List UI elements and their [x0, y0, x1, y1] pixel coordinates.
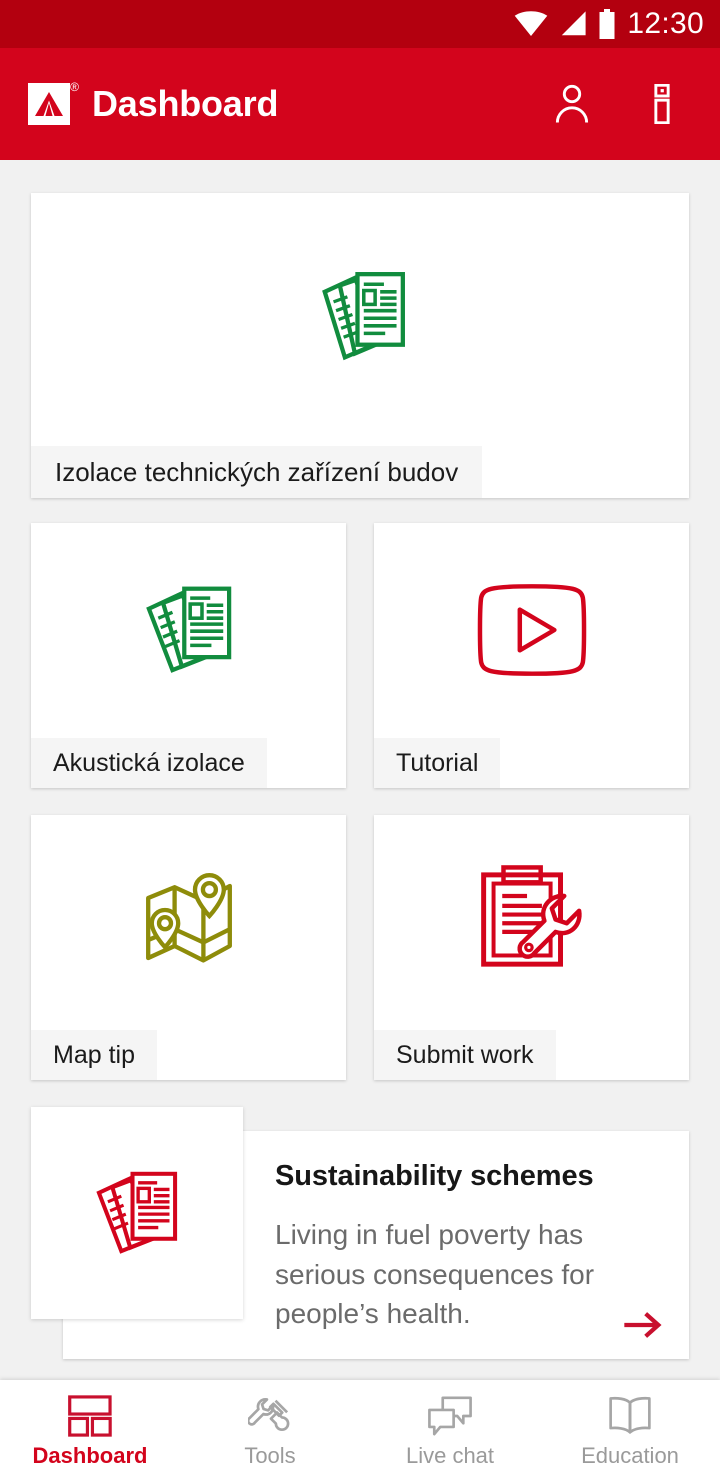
registered-mark: ®: [70, 80, 79, 94]
dashboard-content: Izolace technických zařízení budov Akust…: [0, 160, 720, 1380]
wifi-icon: [515, 11, 548, 37]
app-screen: 12:30 ® Dashboard Izolace technických za…: [0, 0, 720, 1480]
card-label: Map tip: [31, 1030, 157, 1080]
nav-item-education[interactable]: Education: [540, 1380, 720, 1480]
card-submit-work[interactable]: Submit work: [374, 815, 689, 1080]
card-akusticka-izolace[interactable]: Akustická izolace: [31, 523, 346, 788]
clipboard-wrench-icon: [374, 815, 689, 1028]
status-bar-clock: 12:30: [627, 7, 704, 40]
card-label: Tutorial: [374, 738, 501, 788]
nav-label: Tools: [244, 1443, 296, 1468]
rockwool-logo-icon: ®: [28, 81, 79, 125]
card-map-tip[interactable]: Map tip: [31, 815, 346, 1080]
nav-label: Dashboard: [32, 1443, 148, 1468]
nav-label: Live chat: [405, 1443, 495, 1468]
sustainability-text: Living in fuel poverty has serious conse…: [275, 1218, 595, 1330]
cellular-signal-icon: [562, 11, 587, 36]
card-label: Submit work: [374, 1030, 556, 1080]
app-bar-actions: [550, 82, 692, 126]
documents-stack-icon: [31, 1107, 243, 1319]
documents-stack-icon: [31, 193, 689, 441]
chat-bubbles-icon: [427, 1393, 473, 1437]
nav-item-dashboard[interactable]: Dashboard: [0, 1380, 180, 1480]
account-icon[interactable]: [550, 82, 594, 126]
sustainability-title: Sustainability schemes: [275, 1160, 594, 1192]
sustainability-body: Sustainability schemes Living in fuel po…: [275, 1160, 669, 1334]
card-sustainability-schemes[interactable]: Sustainability schemes Living in fuel po…: [31, 1107, 689, 1359]
page-title: Dashboard: [92, 83, 279, 124]
app-bar: ® Dashboard: [0, 48, 720, 160]
documents-stack-icon: [31, 523, 346, 736]
card-label: Akustická izolace: [31, 738, 267, 788]
dashboard-grid-icon: [68, 1393, 112, 1437]
folded-map-pins-icon: [31, 815, 346, 1028]
nav-label: Education: [581, 1443, 679, 1468]
status-bar: 12:30: [0, 0, 720, 48]
arrow-right-icon[interactable]: [623, 1310, 663, 1345]
card-label: Izolace technických zařízení budov: [31, 446, 483, 498]
info-icon[interactable]: [640, 82, 684, 126]
bottom-navigation: Dashboard Tools Live chat Education: [0, 1380, 720, 1480]
card-izolace-technickych-zarizeni-budov[interactable]: Izolace technických zařízení budov: [31, 193, 689, 498]
nav-item-live-chat[interactable]: Live chat: [360, 1380, 540, 1480]
video-play-icon: [374, 523, 689, 736]
card-tutorial[interactable]: Tutorial: [374, 523, 689, 788]
battery-icon: [599, 9, 615, 39]
nav-item-tools[interactable]: Tools: [180, 1380, 360, 1480]
open-book-icon: [607, 1393, 653, 1437]
wrench-screwdriver-icon: [248, 1393, 292, 1437]
